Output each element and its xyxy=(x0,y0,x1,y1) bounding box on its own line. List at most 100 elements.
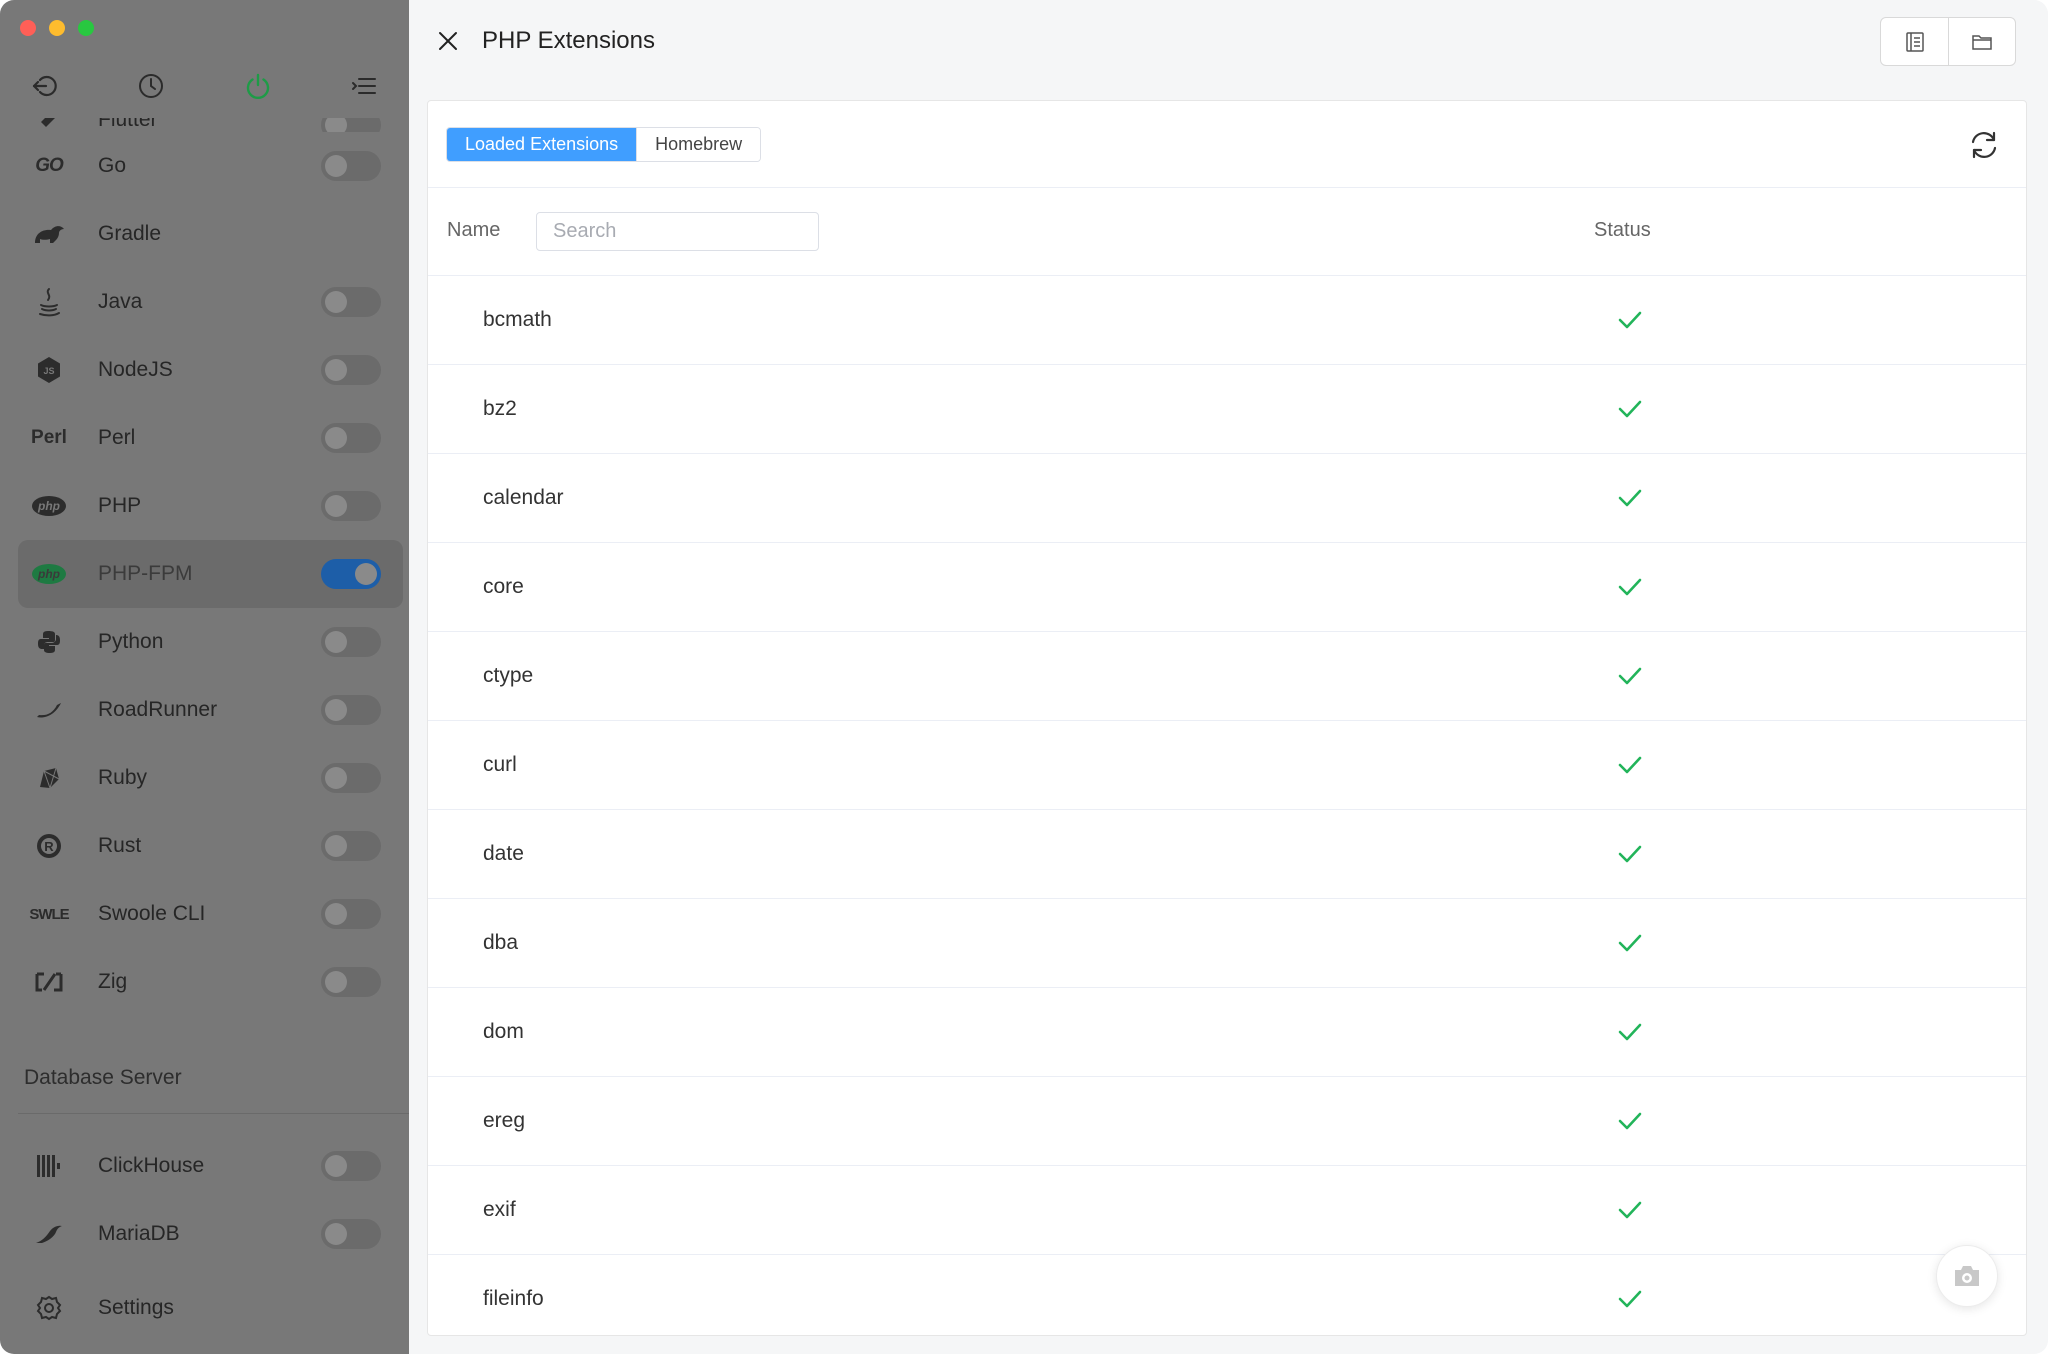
flutter-toggle[interactable] xyxy=(321,118,381,132)
menu-icon[interactable] xyxy=(347,69,381,103)
extension-name: calendar xyxy=(483,486,564,509)
check-icon xyxy=(1614,571,1646,603)
extension-name: fileinfo xyxy=(483,1287,544,1310)
sidebar-item-label: NodeJS xyxy=(98,358,173,381)
sidebar-item-flutter[interactable]: Flutter xyxy=(18,118,403,132)
ruby-toggle[interactable] xyxy=(321,763,381,793)
power-icon[interactable] xyxy=(241,69,275,103)
check-icon xyxy=(1614,927,1646,959)
sidebar-item-gradle[interactable]: Gradle xyxy=(18,200,403,268)
table-row: bcmath xyxy=(428,276,2026,365)
gear-icon xyxy=(18,1295,80,1321)
table-row: dba xyxy=(428,899,2026,988)
camera-glyph xyxy=(1955,1266,1979,1286)
sidebar-item-settings[interactable]: Settings xyxy=(18,1274,403,1342)
rust-toggle[interactable] xyxy=(321,831,381,861)
back-icon[interactable] xyxy=(28,69,62,103)
section-divider xyxy=(18,1113,409,1114)
folder-icon xyxy=(1972,34,1992,50)
sidebar-item-php-fpm[interactable]: php PHP-FPM xyxy=(18,540,403,608)
tab-homebrew[interactable]: Homebrew xyxy=(636,128,761,161)
extension-name: dom xyxy=(483,1020,524,1043)
sidebar-item-label: ClickHouse xyxy=(98,1154,205,1177)
zig-icon xyxy=(18,971,80,993)
log-button[interactable] xyxy=(1881,18,1948,65)
tab-group: Loaded Extensions Homebrew xyxy=(446,127,762,162)
sidebar-item-label: Ruby xyxy=(98,766,148,789)
sidebar-item-go[interactable]: GO Go xyxy=(18,132,403,200)
swoole-cli-toggle[interactable] xyxy=(321,899,381,929)
php-fpm-toggle[interactable] xyxy=(321,559,381,589)
check-icon xyxy=(1614,1283,1646,1315)
extension-name: date xyxy=(483,842,524,865)
roadrunner-icon xyxy=(18,699,80,721)
rust-icon: R xyxy=(18,832,80,860)
search-input[interactable] xyxy=(536,212,819,251)
sidebar-item-rust[interactable]: R Rust xyxy=(18,812,403,880)
sidebar-item-zig[interactable]: Zig xyxy=(18,948,403,1016)
settings-label: Settings xyxy=(98,1296,174,1319)
extension-name: ctype xyxy=(483,664,534,687)
perl-toggle[interactable] xyxy=(321,423,381,453)
sidebar-item-label: PHP-FPM xyxy=(98,562,193,585)
zig-toggle[interactable] xyxy=(321,967,381,997)
sidebar-item-php[interactable]: php PHP xyxy=(18,472,403,540)
java-icon xyxy=(18,287,80,317)
check-icon xyxy=(1614,1194,1646,1226)
sidebar-item-label: MariaDB xyxy=(98,1222,180,1245)
python-toggle[interactable] xyxy=(321,627,381,657)
document-icon xyxy=(1905,31,1924,52)
gradle-icon xyxy=(18,221,80,247)
table-row: core xyxy=(428,543,2026,632)
refresh-icon[interactable] xyxy=(1966,127,2002,163)
mariadb-icon xyxy=(18,1223,80,1245)
sidebar-item-python[interactable]: Python xyxy=(18,608,403,676)
sidebar-item-label: PHP xyxy=(98,494,142,517)
open-folder-button[interactable] xyxy=(1948,18,2015,65)
camera-icon[interactable] xyxy=(1936,1245,1998,1307)
mariadb-toggle[interactable] xyxy=(321,1219,381,1249)
database-section-title: Database Server xyxy=(24,1066,182,1089)
sidebar-item-mariadb[interactable]: MariaDB xyxy=(18,1200,403,1268)
table-row: calendar xyxy=(428,454,2026,543)
settings-row[interactable]: Settings xyxy=(18,1274,403,1342)
database-list: ClickHouse MariaDB xyxy=(18,1132,403,1268)
table-row: bz2 xyxy=(428,365,2026,454)
window-zoom-button[interactable] xyxy=(78,20,94,36)
sidebar-item-ruby[interactable]: Ruby xyxy=(18,744,403,812)
java-toggle[interactable] xyxy=(321,287,381,317)
table-header: Name Status xyxy=(428,188,2026,276)
sidebar-item-java[interactable]: Java xyxy=(18,268,403,336)
card-toolbar: Loaded Extensions Homebrew xyxy=(428,101,2026,188)
app-window: Flutter GO Go Gradle Java JS NodeJS Perl… xyxy=(0,0,2048,1354)
check-icon xyxy=(1614,1016,1646,1048)
clickhouse-toggle[interactable] xyxy=(321,1151,381,1181)
sidebar-item-label: Python xyxy=(98,630,164,653)
clickhouse-icon xyxy=(18,1154,80,1178)
go-toggle[interactable] xyxy=(321,151,381,181)
check-icon xyxy=(1614,1105,1646,1137)
close-icon[interactable] xyxy=(433,26,463,56)
nodejs-toggle[interactable] xyxy=(321,355,381,385)
sidebar-item-perl[interactable]: Perl Perl xyxy=(18,404,403,472)
extension-name: curl xyxy=(483,753,517,776)
roadrunner-toggle[interactable] xyxy=(321,695,381,725)
extension-name: exif xyxy=(483,1198,516,1221)
sidebar-item-roadrunner[interactable]: RoadRunner xyxy=(18,676,403,744)
window-close-button[interactable] xyxy=(20,20,36,36)
extensions-card: Loaded Extensions Homebrew Name Status b… xyxy=(427,100,2027,1336)
sidebar-item-swoole-cli[interactable]: SWLE Swoole CLI xyxy=(18,880,403,948)
table-row: dom xyxy=(428,988,2026,1077)
tab-loaded-extensions[interactable]: Loaded Extensions xyxy=(447,128,637,161)
php-icon: php xyxy=(18,564,80,584)
sidebar-item-label: Gradle xyxy=(98,222,162,245)
sidebar-item-nodejs[interactable]: JS NodeJS xyxy=(18,336,403,404)
php-toggle[interactable] xyxy=(321,491,381,521)
history-icon[interactable] xyxy=(134,69,168,103)
swoole-icon: SWLE xyxy=(29,905,69,923)
sidebar-item-clickhouse[interactable]: ClickHouse xyxy=(18,1132,403,1200)
sidebar: Flutter GO Go Gradle Java JS NodeJS Perl… xyxy=(0,0,409,1354)
table-row: date xyxy=(428,810,2026,899)
table-row: exif xyxy=(428,1166,2026,1255)
window-minimize-button[interactable] xyxy=(49,20,65,36)
